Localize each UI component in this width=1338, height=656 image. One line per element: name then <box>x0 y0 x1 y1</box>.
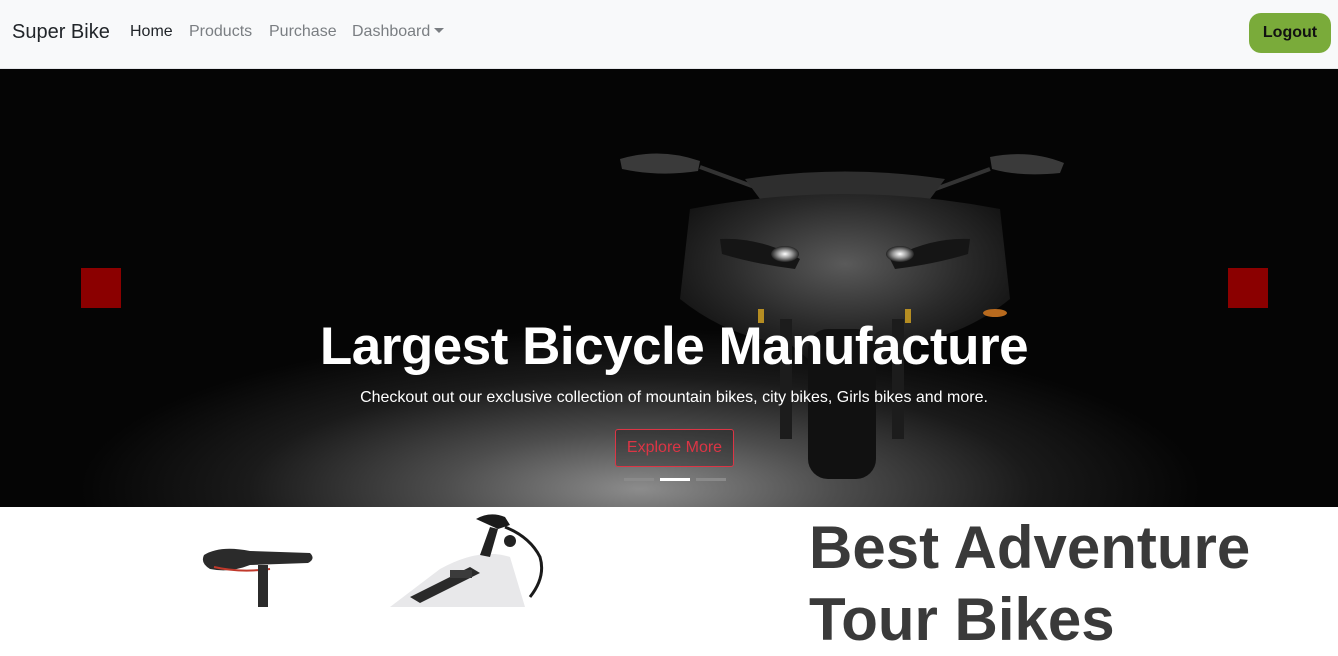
nav-dashboard-label: Dashboard <box>352 23 431 40</box>
hero-carousel: Largest Bicycle Manufacture Checkout out… <box>0 69 1338 507</box>
bicycle-image <box>202 514 544 607</box>
navbar: Super Bike Home Products Purchase Dashbo… <box>0 0 1338 69</box>
carousel-next-button[interactable] <box>1228 268 1268 308</box>
carousel-indicator-1[interactable] <box>624 478 654 481</box>
logout-button[interactable]: Logout <box>1249 13 1331 53</box>
caret-down-icon <box>434 28 445 33</box>
hero-title: Largest Bicycle Manufacture <box>319 317 1029 376</box>
section-heading: Best Adventure Tour Bikes <box>809 514 1251 653</box>
brand-link[interactable]: Super Bike <box>12 21 110 44</box>
nav-products[interactable]: Products <box>189 23 252 41</box>
nav-purchase[interactable]: Purchase <box>269 23 337 41</box>
nav-home[interactable]: Home <box>130 23 173 41</box>
nav-dashboard-dropdown[interactable]: Dashboard <box>352 23 445 41</box>
hero-subtitle: Checkout out our exclusive collection of… <box>360 389 988 406</box>
carousel-indicator-2[interactable] <box>660 478 690 481</box>
explore-more-button[interactable]: Explore More <box>615 429 734 467</box>
carousel-prev-button[interactable] <box>81 268 121 308</box>
carousel-indicator-3[interactable] <box>696 478 726 481</box>
